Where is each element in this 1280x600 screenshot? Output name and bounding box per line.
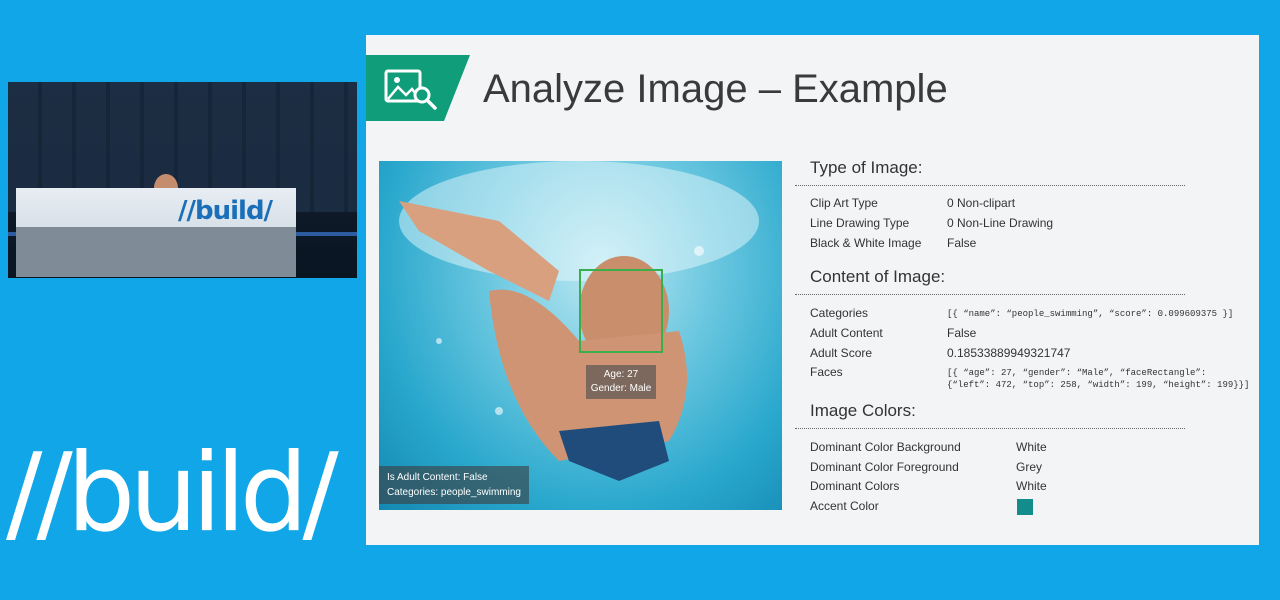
section-type-of-image: Type of Image: (810, 158, 923, 177)
detail-value: White (1016, 479, 1047, 493)
detail-value: False (947, 236, 977, 250)
detail-label: Line Drawing Type (810, 216, 910, 230)
detail-value: 0 Non-clipart (947, 196, 1016, 210)
podium-base (16, 227, 296, 277)
detail-label: Black & White Image (810, 236, 922, 250)
photo-caption: Is Adult Content: False Categories: peop… (379, 466, 529, 504)
slide-title: Analyze Image – Example (483, 67, 948, 111)
detail-label: Adult Score (810, 346, 873, 360)
detail-value: False (947, 326, 977, 340)
section-content-of-image: Content of Image: (810, 267, 946, 286)
image-search-icon (366, 55, 470, 121)
build-logo: //build/ (6, 431, 339, 556)
podium-logo: //build/ (178, 196, 273, 226)
detail-label: Categories (810, 306, 869, 320)
detail-value-line2: {“left”: 472, “top”: 258, “width”: 199, … (947, 380, 1250, 390)
detail-value: 0.18533889949321747 (947, 346, 1071, 360)
analyzed-photo: Age: 27 Gender: Male Is Adult Content: F… (379, 161, 782, 510)
face-gender: Gender: Male (590, 383, 652, 394)
section-image-colors: Image Colors: (810, 401, 916, 420)
divider (795, 185, 1185, 186)
detail-label: Dominant Colors (810, 479, 900, 493)
speaker-video: //build/ (8, 82, 357, 278)
caption-categories: Categories: people_swimming (387, 487, 521, 498)
detail-value: 0 Non-Line Drawing (947, 216, 1054, 230)
detail-value: Grey (1016, 460, 1043, 474)
caption-adult: Is Adult Content: False (387, 472, 488, 483)
detail-value-line1: [{ “age”: 27, “gender”: “Male”, “faceRec… (947, 368, 1207, 378)
detail-label: Adult Content (810, 326, 883, 340)
slide: Analyze Image – Example Age: 27 Gender: … (366, 35, 1259, 545)
detail-label: Accent Color (810, 499, 879, 513)
face-rectangle (579, 269, 663, 353)
detail-label: Dominant Color Background (810, 440, 961, 454)
detail-label: Dominant Color Foreground (810, 460, 959, 474)
detail-value: [{ “name”: “people_swimming”, “score”: 0… (947, 309, 1234, 319)
divider (795, 428, 1185, 429)
divider (795, 294, 1185, 295)
detail-label: Faces (810, 365, 843, 379)
accent-color-swatch (1017, 499, 1033, 515)
detail-label: Clip Art Type (810, 196, 878, 210)
face-label: Age: 27 Gender: Male (586, 365, 656, 399)
detail-value: White (1016, 440, 1047, 454)
face-age: Age: 27 (603, 369, 639, 380)
